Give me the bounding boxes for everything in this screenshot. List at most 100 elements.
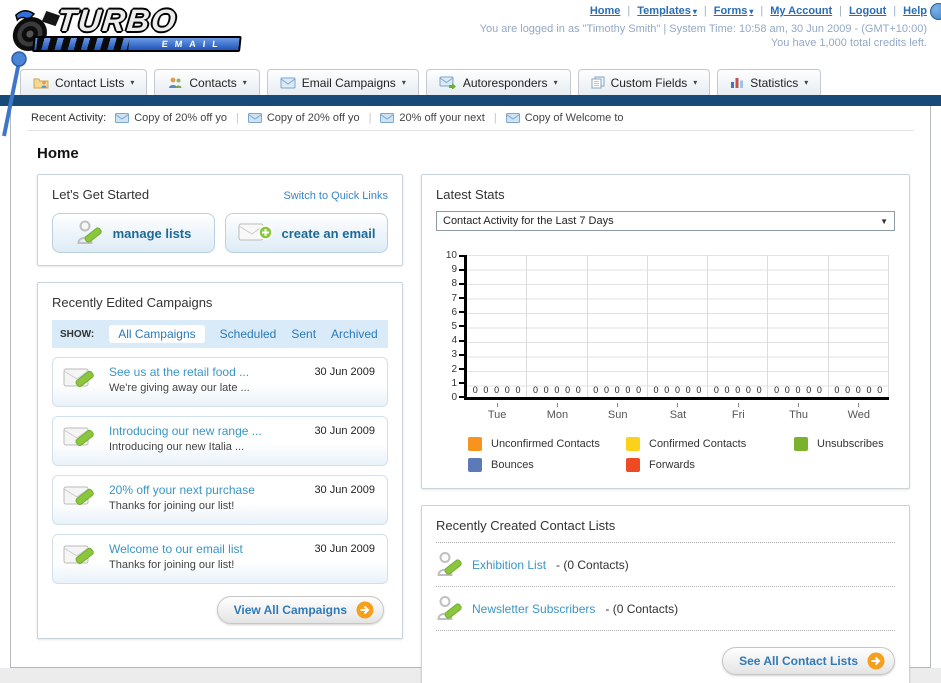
get-started-buttons: manage lists create an email [52,213,388,253]
recent-activity-text: Copy of Welcome to [524,112,624,124]
nav-tab-email-campaigns[interactable]: Email Campaigns ▾ [266,69,419,95]
contact-list-link[interactable]: Newsletter Subscribers [472,602,595,616]
nav-tab-label: Autoresponders [462,75,548,90]
chart-day-group: 00000 [768,255,829,397]
legend-label: Bounces [491,459,534,471]
header-link-my-account[interactable]: My Account [770,5,832,17]
top-header: TURBO EMAIL Home | Templates ▾ | Forms ▾ | My Ac… [0,0,941,137]
campaign-subtitle: Thanks for joining our list! [109,500,235,512]
data-value-label: 0 [845,385,851,395]
data-value-label: 0 [816,385,822,395]
filter-sent[interactable]: Sent [291,327,316,341]
item-separator: | [368,112,372,124]
legend-item: Confirmed Contacts [626,437,794,451]
recent-activity-item[interactable]: 20% off your next [380,112,485,124]
contact-list-link[interactable]: Exhibition List [472,558,546,572]
chart-day-group: 00000 [527,255,588,397]
logo-email-bar: EMAIL [32,36,242,52]
campaign-edit-icon [63,424,99,457]
email-campaigns-icon [280,77,296,89]
header-link-templates[interactable]: Templates ▾ [637,5,697,17]
data-value-label: 0 [806,385,812,395]
filter-all-campaigns[interactable]: All Campaigns [109,325,205,343]
data-value-label: 0 [696,385,702,395]
see-all-contact-lists-button[interactable]: See All Contact Lists [722,647,895,675]
tick-mark [798,403,800,407]
campaign-row[interactable]: 20% off your next purchase Thanks for joi… [52,475,388,525]
view-all-campaigns-button[interactable]: View All Campaigns [216,596,384,624]
stats-period-dropdown[interactable]: Contact Activity for the Last 7 Days ▼ [436,211,895,231]
campaign-row[interactable]: See us at the retail food ... We're givin… [52,357,388,407]
envelope-icon [380,113,395,123]
chart-day-group: 00000 [829,255,889,397]
link-separator: | [839,5,843,17]
campaign-text: Introducing our new range ... Introducing… [109,424,262,457]
recent-activity-text: Copy of 20% off yo [266,112,360,124]
tick-mark [617,403,619,407]
campaign-title-link[interactable]: Welcome to our email list [109,542,243,556]
chevron-down-icon: ▾ [553,78,558,87]
list-edit-icon [436,595,462,623]
data-value-label: 0 [866,385,872,395]
recent-activity-item[interactable]: Copy of Welcome to [505,112,624,124]
nav-tab-contacts[interactable]: Contacts ▾ [154,69,260,95]
page-title: Home [37,145,79,162]
nav-tab-custom-fields[interactable]: Custom Fields ▾ [577,69,711,95]
campaign-row[interactable]: Introducing our new range ... Introducing… [52,416,388,466]
contact-list-row: Newsletter Subscribers - (0 Contacts) [436,587,895,631]
chevron-down-icon: ▾ [401,78,406,87]
contact-list-items: Exhibition List - (0 Contacts) Newsletter … [436,543,895,631]
data-value-labels: 00000 [648,385,707,395]
x-axis-label: Fri [708,403,768,421]
data-value-label: 0 [724,385,730,395]
campaign-title-link[interactable]: See us at the retail food ... [109,365,250,379]
header-link-home[interactable]: Home [590,5,621,17]
help-bubble-icon[interactable] [930,3,941,20]
campaign-date: 30 Jun 2009 [314,366,375,378]
recent-campaigns-box: Recently Edited Campaigns SHOW: All Camp… [37,282,403,639]
x-axis-label: Tue [467,403,527,421]
legend-label: Unconfirmed Contacts [491,438,600,450]
header-link-forms[interactable]: Forms ▾ [714,5,754,17]
button-label: See All Contact Lists [739,654,858,668]
nav-tab-label: Contact Lists [55,75,125,90]
campaign-row[interactable]: Welcome to our email list Thanks for join… [52,534,388,584]
campaigns-title: Recently Edited Campaigns [52,295,213,310]
campaign-filters: All Campaigns Scheduled Sent Archived [109,325,378,343]
y-tick: 9 [451,264,464,275]
header-link-logout[interactable]: Logout [849,5,886,17]
recent-activity-item[interactable]: Copy of 20% off yo [115,112,227,124]
header-link-help[interactable]: Help [903,5,927,17]
balloon-decoration [2,51,27,137]
y-tick: 0 [451,392,464,403]
show-label: SHOW: [60,328,95,340]
campaign-subtitle: Thanks for joining our list! [109,559,235,571]
y-tick: 2 [451,364,464,375]
recent-activity-item[interactable]: Copy of 20% off yo [247,112,360,124]
nav-tab-statistics[interactable]: Statistics ▾ [717,69,822,95]
nav-tab-contact-lists[interactable]: Contact Lists ▾ [20,69,148,95]
data-value-label: 0 [745,385,751,395]
manage-lists-button[interactable]: manage lists [52,213,215,253]
legend-swatch [626,437,640,451]
filter-archived[interactable]: Archived [331,327,378,341]
data-value-label: 0 [575,385,581,395]
nav-tab-autoresponders[interactable]: Autoresponders ▾ [425,69,571,95]
tick-mark [737,403,739,407]
data-value-labels: 00000 [768,385,827,395]
campaign-edit-icon [63,542,99,575]
campaign-subtitle: Introducing our new Italia ... [109,441,245,453]
contact-lists-icon [33,76,49,89]
campaign-title-link[interactable]: Introducing our new range ... [109,424,262,438]
y-tick: 5 [451,321,464,332]
link-separator: | [893,5,897,17]
switch-quick-links[interactable]: Switch to Quick Links [283,190,388,202]
legend-swatch [468,437,482,451]
create-an-email-button[interactable]: create an email [225,213,388,253]
x-axis-label: Sat [648,403,708,421]
y-axis-label: 3 [451,349,457,361]
nav-tab-label: Custom Fields [610,75,688,90]
campaign-title-link[interactable]: 20% off your next purchase [109,483,255,497]
data-value-label: 0 [554,385,560,395]
filter-scheduled[interactable]: Scheduled [220,327,277,341]
